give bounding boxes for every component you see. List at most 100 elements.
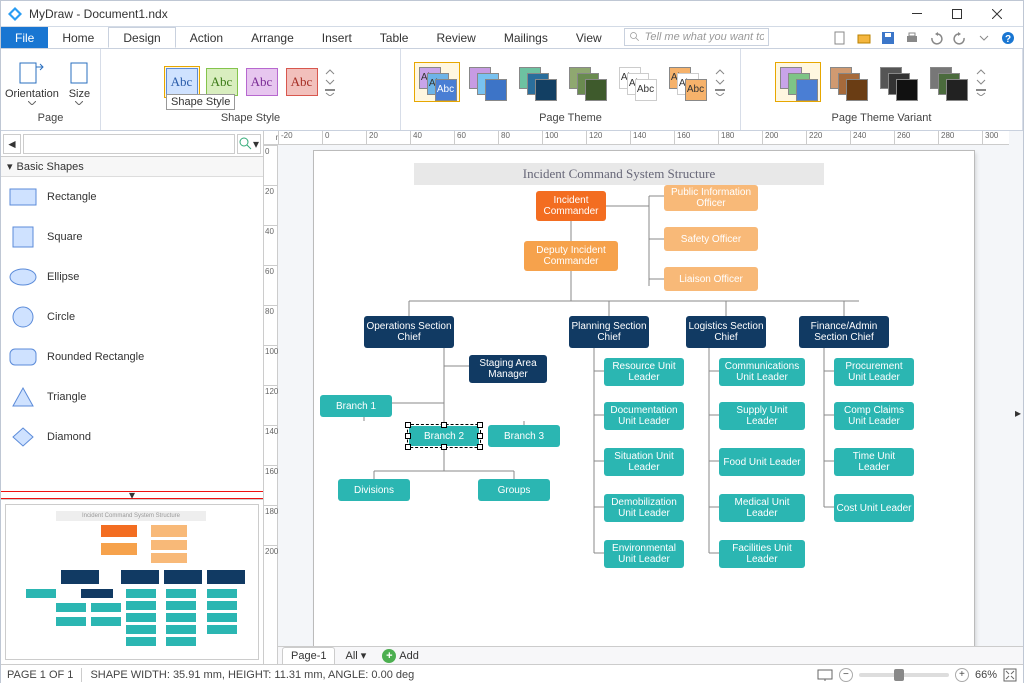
shape-rectangle[interactable]: Rectangle <box>1 177 263 217</box>
tab-home[interactable]: Home <box>48 27 108 48</box>
canvas-scroll-area[interactable]: mm -200204060801001201401601802002202402… <box>264 131 1023 664</box>
zoom-slider-knob[interactable] <box>894 669 904 681</box>
page-theme-2[interactable] <box>464 62 510 102</box>
save-icon[interactable] <box>879 29 897 47</box>
page-tab-1[interactable]: Page-1 <box>282 647 335 664</box>
page-tab-add[interactable]: +Add <box>376 649 425 663</box>
node-branch3[interactable]: Branch 3 <box>488 425 560 447</box>
tell-me-search[interactable]: Tell me what you want to do <box>624 28 769 46</box>
node-incident-commander[interactable]: Incident Commander <box>536 191 606 221</box>
shape-search-button[interactable]: ▾ <box>237 134 261 154</box>
tab-insert[interactable]: Insert <box>308 27 366 48</box>
tab-mailings[interactable]: Mailings <box>490 27 562 48</box>
selection-handle[interactable] <box>405 444 411 450</box>
open-icon[interactable] <box>855 29 873 47</box>
page-theme-5[interactable]: AbcAbcAbc <box>614 62 660 102</box>
shape-style-2[interactable]: Abc <box>204 66 240 98</box>
size-button[interactable]: Size <box>63 59 96 105</box>
node-documentation[interactable]: Documentation Unit Leader <box>604 402 684 430</box>
selection-handle[interactable] <box>405 422 411 428</box>
node-facilities[interactable]: Facilities Unit Leader <box>719 540 805 568</box>
scroll-down-icon[interactable] <box>324 78 336 86</box>
shape-style-3[interactable]: Abc <box>244 66 280 98</box>
shapes-back-button[interactable]: ◄ <box>3 134 21 154</box>
tab-file[interactable]: File <box>1 27 48 48</box>
shapes-category-header[interactable]: ▾ Basic Shapes <box>1 157 263 177</box>
expand-gallery-icon[interactable] <box>324 88 336 96</box>
node-procurement[interactable]: Procurement Unit Leader <box>834 358 914 386</box>
node-pio[interactable]: Public Information Officer <box>664 185 758 211</box>
theme-variant-4[interactable] <box>925 62 971 102</box>
tab-table[interactable]: Table <box>366 27 423 48</box>
shape-style-4[interactable]: Abc <box>284 66 320 98</box>
zoom-slider[interactable] <box>859 673 949 677</box>
node-staging[interactable]: Staging Area Manager <box>469 355 547 383</box>
shape-triangle[interactable]: Triangle <box>1 377 263 417</box>
tab-action[interactable]: Action <box>176 27 237 48</box>
tab-view[interactable]: View <box>562 27 616 48</box>
theme-variant-3[interactable] <box>875 62 921 102</box>
node-deputy-commander[interactable]: Deputy Incident Commander <box>524 241 618 271</box>
scroll-up-icon[interactable] <box>714 68 726 76</box>
selection-handle[interactable] <box>405 433 411 439</box>
node-operations[interactable]: Operations Section Chief <box>364 316 454 348</box>
node-environmental[interactable]: Environmental Unit Leader <box>604 540 684 568</box>
shape-square[interactable]: Square <box>1 217 263 257</box>
selection-handle[interactable] <box>441 444 447 450</box>
shape-rounded-rectangle[interactable]: Rounded Rectangle <box>1 337 263 377</box>
page-theme-4[interactable] <box>564 62 610 102</box>
expand-gallery-icon[interactable] <box>975 88 987 96</box>
zoom-in-button[interactable]: + <box>955 668 969 682</box>
tab-design[interactable]: Design <box>108 27 175 48</box>
shape-style-1[interactable]: Abc <box>164 66 200 98</box>
expand-pane-right[interactable]: ▸ <box>1013 398 1023 428</box>
maximize-button[interactable] <box>937 2 977 26</box>
node-finance[interactable]: Finance/Admin Section Chief <box>799 316 889 348</box>
collapse-ribbon-icon[interactable] <box>975 29 993 47</box>
selection-handle[interactable] <box>477 433 483 439</box>
page-thumbnail[interactable]: Incident Command System Structure <box>1 499 263 664</box>
selection-handle[interactable] <box>441 422 447 428</box>
theme-variant-2[interactable] <box>825 62 871 102</box>
scroll-down-icon[interactable] <box>714 78 726 86</box>
new-icon[interactable] <box>831 29 849 47</box>
redo-icon[interactable] <box>951 29 969 47</box>
page-theme-3[interactable] <box>514 62 560 102</box>
expand-gallery-icon[interactable] <box>714 88 726 96</box>
tab-arrange[interactable]: Arrange <box>237 27 308 48</box>
node-safety[interactable]: Safety Officer <box>664 227 758 251</box>
print-icon[interactable] <box>903 29 921 47</box>
node-demob[interactable]: Demobilization Unit Leader <box>604 494 684 522</box>
page-theme-1[interactable]: AbcAbcAbc <box>414 62 460 102</box>
page-theme-6[interactable]: AbcAbcAbc <box>664 62 710 102</box>
fit-page-icon[interactable] <box>1003 668 1017 682</box>
selection-handle[interactable] <box>477 444 483 450</box>
orientation-button[interactable]: Orientation <box>5 59 59 105</box>
shape-search-input[interactable] <box>23 134 235 154</box>
diagram-title[interactable]: Incident Command System Structure <box>414 163 824 185</box>
tab-review[interactable]: Review <box>422 27 489 48</box>
node-branch1[interactable]: Branch 1 <box>320 395 392 417</box>
panel-splitter[interactable]: ▾ <box>1 491 263 499</box>
node-resource[interactable]: Resource Unit Leader <box>604 358 684 386</box>
node-supply[interactable]: Supply Unit Leader <box>719 402 805 430</box>
zoom-level[interactable]: 66% <box>975 669 997 681</box>
selection-handle[interactable] <box>477 422 483 428</box>
page-tab-all[interactable]: All ▾ <box>339 649 372 662</box>
minimize-button[interactable] <box>897 2 937 26</box>
node-medical[interactable]: Medical Unit Leader <box>719 494 805 522</box>
zoom-out-button[interactable]: − <box>839 668 853 682</box>
node-groups[interactable]: Groups <box>478 479 550 501</box>
scroll-up-icon[interactable] <box>975 68 987 76</box>
node-cost[interactable]: Cost Unit Leader <box>834 494 914 522</box>
shapes-list[interactable]: Rectangle Square Ellipse Circle Rounded … <box>1 177 263 491</box>
close-button[interactable] <box>977 2 1017 26</box>
node-logistics[interactable]: Logistics Section Chief <box>686 316 766 348</box>
undo-icon[interactable] <box>927 29 945 47</box>
node-divisions[interactable]: Divisions <box>338 479 410 501</box>
shape-diamond[interactable]: Diamond <box>1 417 263 457</box>
node-communications[interactable]: Communications Unit Leader <box>719 358 805 386</box>
shape-ellipse[interactable]: Ellipse <box>1 257 263 297</box>
node-compclaims[interactable]: Comp Claims Unit Leader <box>834 402 914 430</box>
theme-variant-1[interactable] <box>775 62 821 102</box>
